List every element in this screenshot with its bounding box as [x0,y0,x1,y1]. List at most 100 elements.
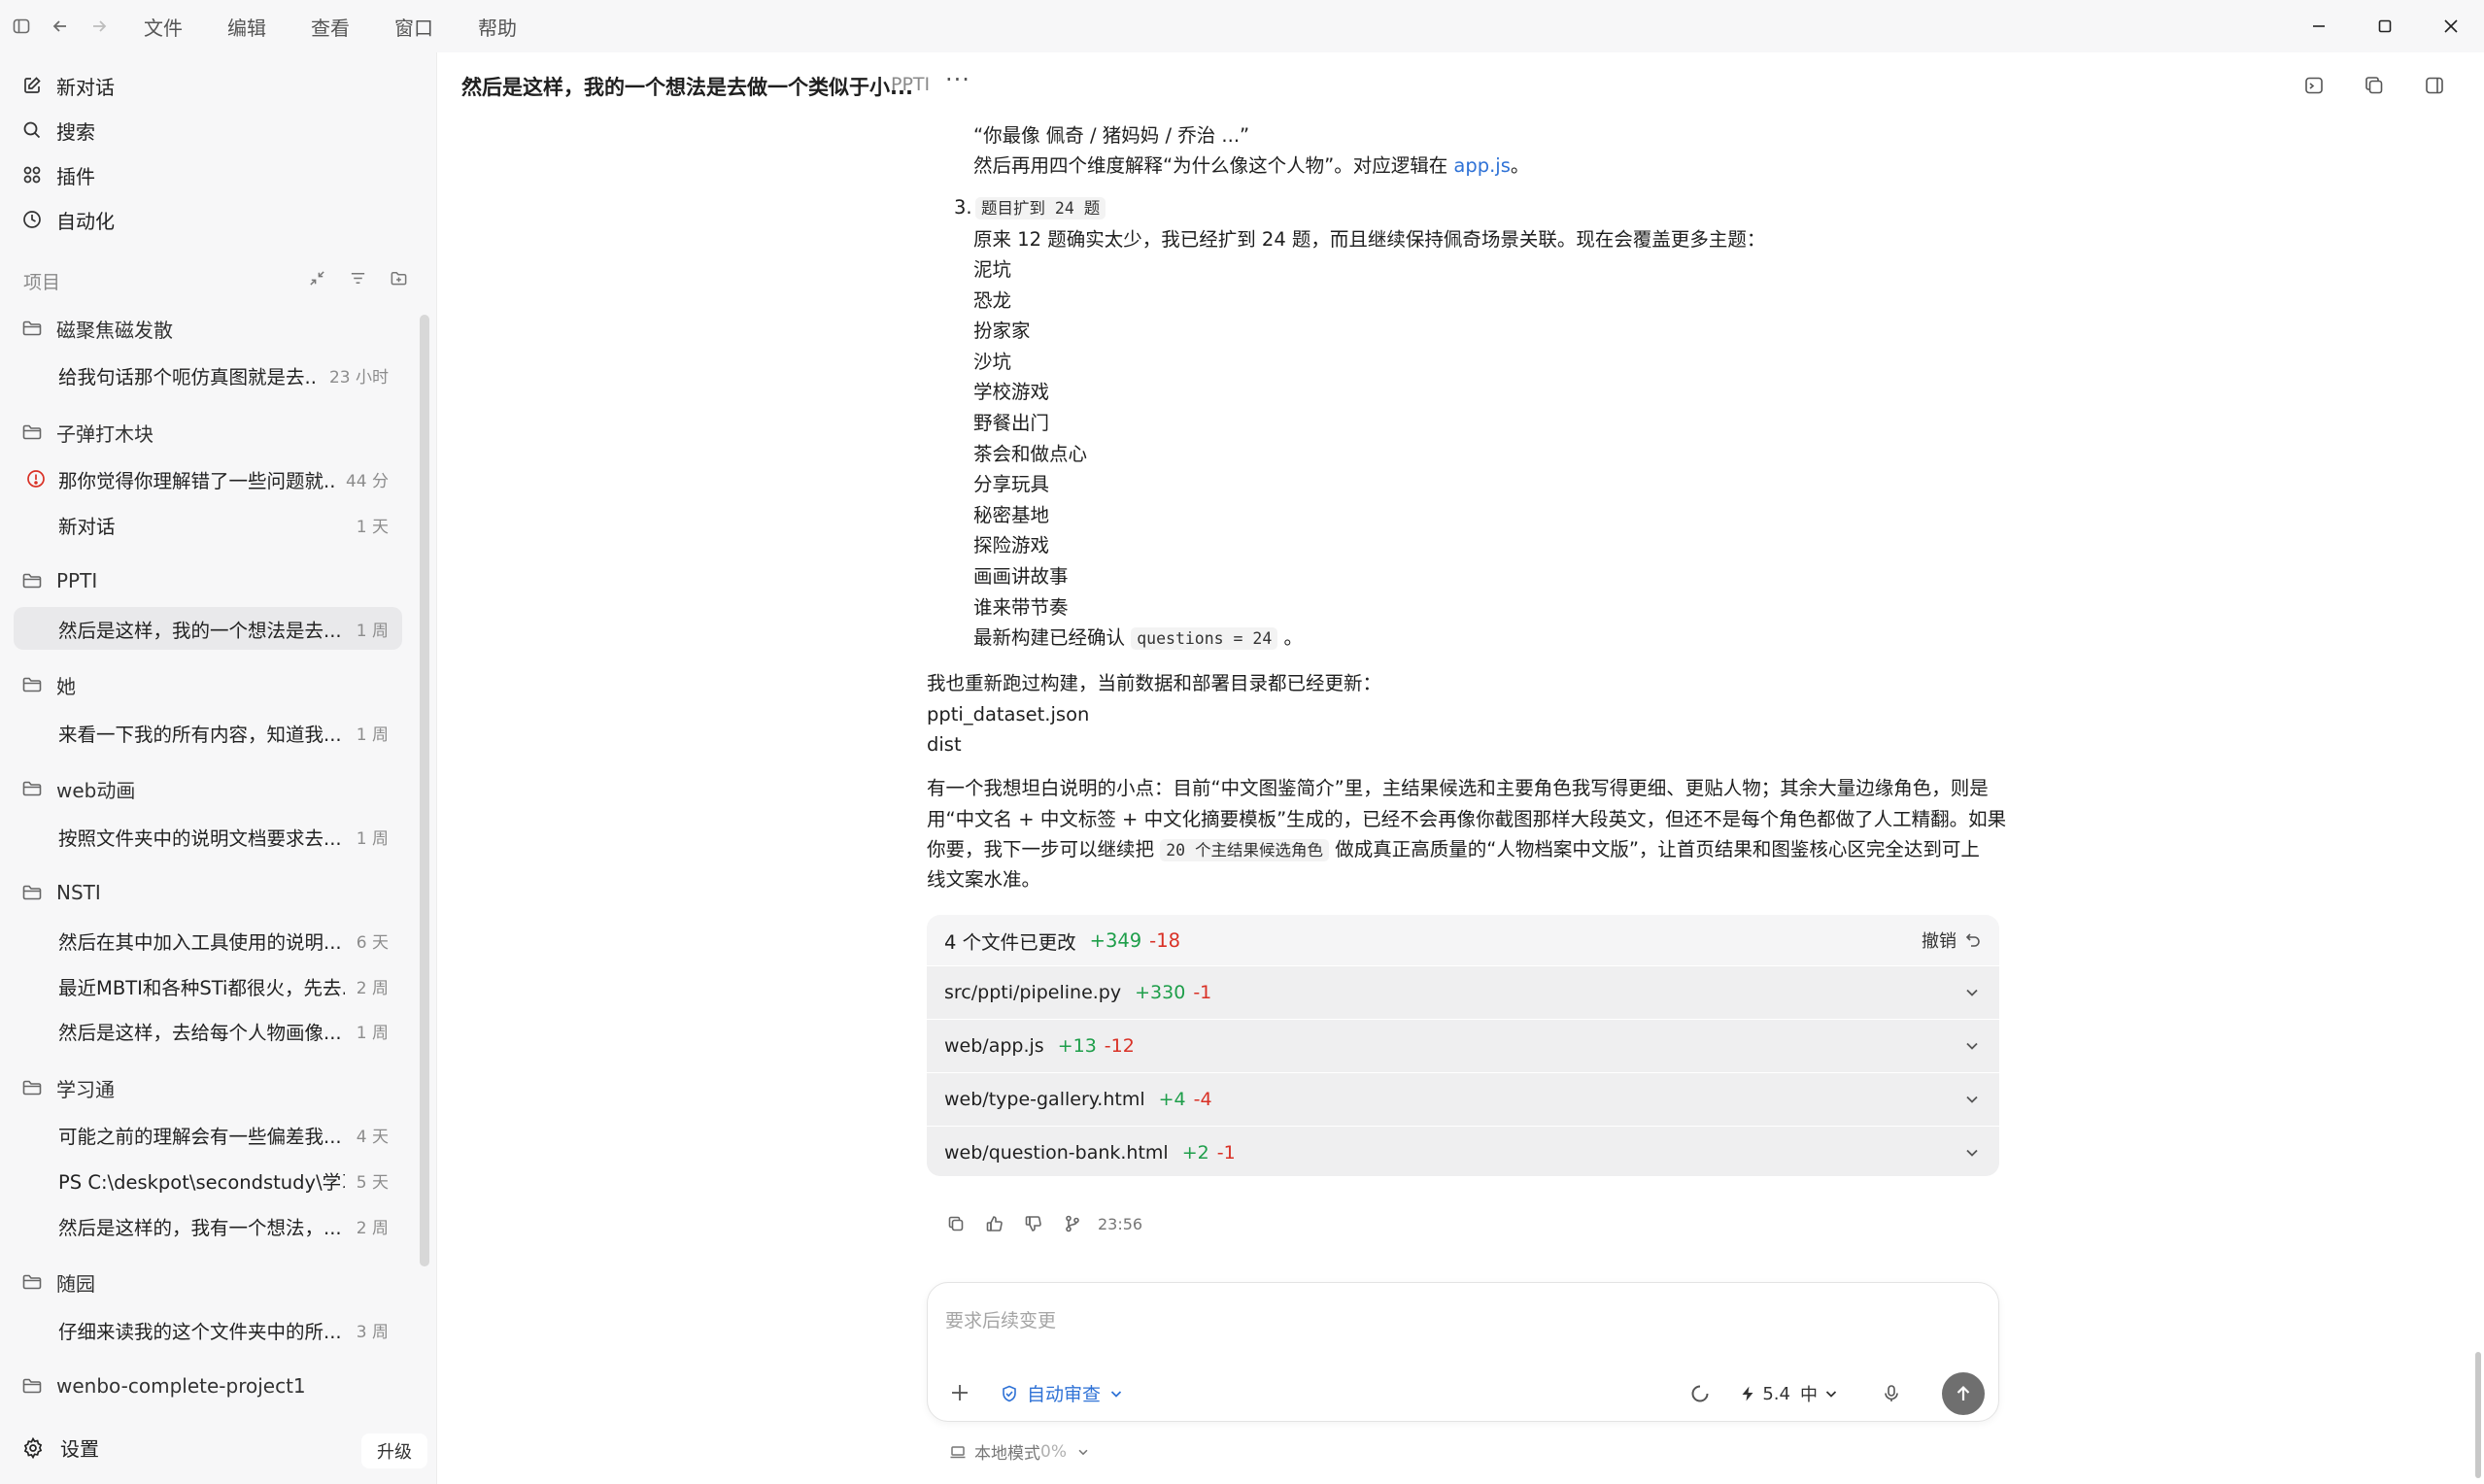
minimize-icon[interactable] [2286,0,2352,52]
conversation-time: 5 天 [356,1172,389,1193]
conversation-title: 新对话 [58,515,116,538]
project-folder[interactable]: 学习通 [21,1068,115,1107]
changed-file-row[interactable]: web/question-bank.html +2 -1 [927,1126,1999,1176]
sidebar-toggle-icon[interactable] [2,7,41,46]
project-folder[interactable]: 她 [21,665,76,704]
conversation-item[interactable]: 可能之前的理解会有一些偏差我... 4 天 [14,1113,402,1156]
more-options-button[interactable]: ··· [945,66,970,93]
conversation-item[interactable]: PS C:\deskpot\secondstudy\学习... 5 天 [14,1159,402,1201]
sidebar-scrollbar-thumb[interactable] [420,315,429,1266]
auto-review-dropdown[interactable]: 自动审查 [1000,1380,1124,1406]
conversation-title: 给我句话那个呃仿真图就是去... [58,365,318,388]
conversation-item[interactable]: 仔细来读我的这个文件夹中的所... 3 周 [14,1308,402,1351]
maximize-icon[interactable] [2352,0,2418,52]
sidebar-new-chat-label: 新对话 [56,75,115,99]
settings-button[interactable]: 设置 [21,1433,99,1462]
project-folder[interactable]: PPTI [21,561,97,600]
dist-link[interactable]: dist [927,729,962,760]
project-folder[interactable]: NSTI [21,873,101,912]
sidebar-plugins[interactable]: 插件 [21,155,95,194]
terminal-icon[interactable] [2284,70,2344,101]
note-text-end: 做成真正高质量的“人物档案中文版”，让首页结果和图鉴核心区完全达到可上 [1329,838,1980,860]
explain-text: 然后再用四个维度解释“为什么像这个人物”。对应逻辑在 [973,154,1454,177]
project-folder[interactable]: web动画 [21,769,135,808]
sidebar-scrollbar[interactable] [420,268,429,1278]
undo-button[interactable]: 撤销 [1922,928,1982,953]
close-icon[interactable] [2418,0,2484,52]
conversation-item[interactable]: 那你觉得你理解错了一些问题就... 44 分 [14,457,402,500]
build-text: 最新构建已经确认 [973,626,1132,649]
menu-file[interactable]: 文件 [144,13,183,41]
conversation-title: 仔细来读我的这个文件夹中的所... [58,1320,342,1343]
model-selector[interactable]: 5.4 中 [1739,1381,1839,1406]
note-line-4: 线文案水准。 [927,868,1041,891]
settings-label: 设置 [60,1437,99,1461]
note-code: 20 个主结果候选角色 [1160,839,1330,861]
menu-view[interactable]: 查看 [311,13,350,41]
branch-icon[interactable] [1053,1208,1092,1239]
sidebar-search[interactable]: 搜索 [21,111,95,150]
loading-spinner-icon[interactable] [1686,1380,1714,1407]
project-folder[interactable]: 随园 [21,1263,95,1301]
auto-review-label: 自动审查 [1027,1384,1102,1405]
file-removed: -12 [1104,1035,1135,1057]
conversation-item[interactable]: 然后在其中加入工具使用的说明... 6 天 [14,919,402,961]
project-name: 磁聚焦磁发散 [56,318,173,342]
thumbs-down-icon[interactable] [1014,1208,1053,1239]
thumbs-up-icon[interactable] [975,1208,1014,1239]
project-folder[interactable]: wenbo-complete-project1 [21,1366,306,1405]
conversation-item[interactable]: 来看一下我的所有内容，知道我... 1 周 [14,711,402,754]
main-scrollbar[interactable] [2470,117,2484,1484]
sidebar-new-chat[interactable]: 新对话 [21,66,115,105]
menu-window[interactable]: 窗口 [394,13,433,41]
copy-icon[interactable] [936,1208,975,1239]
conversation-title: 那你觉得你理解错了一些问题就... [58,469,334,492]
changed-file-row[interactable]: web/app.js +13 -12 [927,1019,1999,1072]
sidebar: 新对话 搜索 插件 自动化 项目 磁聚焦磁发散 给我句话那个呃仿真图就是去...… [0,52,437,1484]
microphone-icon[interactable] [1878,1380,1905,1407]
conversation-title: 然后是这样的，我有一个想法，... [58,1216,342,1239]
filter-icon[interactable] [337,264,378,291]
local-mode-selector[interactable]: 本地模式 0% [949,1439,1090,1464]
local-mode-label: 本地模式 [974,1444,1040,1464]
sidebar-automation[interactable]: 自动化 [21,200,115,239]
conversation-item[interactable]: 然后是这样的，我有一个想法，... 2 周 [14,1204,402,1247]
side-panel-icon[interactable] [2404,70,2465,101]
conversation-time: 3 周 [356,1322,389,1342]
conversation-item[interactable]: 给我句话那个呃仿真图就是去... 23 小时 [14,354,402,396]
composer-input[interactable]: 要求后续变更 [945,1306,1056,1332]
copy-window-icon[interactable] [2344,70,2404,101]
conversation-title: 然后是这样，去给每个人物画像... [58,1021,342,1044]
collapse-all-icon[interactable] [296,264,337,291]
send-button[interactable] [1942,1372,1985,1415]
add-attachment-icon[interactable] [945,1378,974,1407]
new-folder-icon[interactable] [378,264,419,291]
conversation-item[interactable]: 按照文件夹中的说明文档要求去... 1 周 [14,815,402,858]
changed-file-row[interactable]: web/type-gallery.html +4 -4 [927,1072,1999,1126]
build-confirm-line: 最新构建已经确认 questions = 24 。 [973,623,1303,655]
conversation-item[interactable]: 新对话 1 天 [14,503,402,546]
conversation-title: PS C:\deskpot\secondstudy\学习... [58,1170,345,1194]
project-name: 她 [56,674,76,698]
conversation-item[interactable]: 最近MBTI和各种STi都很火，先去... 2 周 [14,964,402,1007]
dataset-link[interactable]: ppti_dataset.json [927,699,1089,730]
changed-file-row[interactable]: src/ppti/pipeline.py +330 -1 [927,965,1999,1019]
conversation-title-header: 然后是这样，我的一个想法是去做一个类似于小... [461,76,913,99]
title-bar: 文件 编辑 查看 窗口 帮助 [0,0,2484,52]
project-name: PPTI [56,569,98,592]
topic-item: 谁来带节奏 [973,595,1069,619]
menu-help[interactable]: 帮助 [478,13,517,41]
upgrade-button[interactable]: 升级 [361,1433,427,1468]
project-folder[interactable]: 子弹打木块 [21,413,153,452]
quote-line: “你最像 佩奇 / 猪妈妈 / 乔治 ...” [973,124,1250,147]
main-scrollbar-thumb[interactable] [2475,1352,2481,1478]
app-js-link[interactable]: app.js [1453,154,1510,177]
conversation-item[interactable]: 然后是这样，去给每个人物画像... 1 周 [14,1009,402,1052]
conversation-item-active[interactable]: 然后是这样，我的一个想法是去... 1 周 [14,607,402,650]
project-folder[interactable]: 磁聚焦磁发散 [21,309,173,348]
back-arrow-icon[interactable] [41,7,80,46]
menu-edit[interactable]: 编辑 [227,13,266,41]
forward-arrow-icon[interactable] [80,7,119,46]
topic-item: 学校游戏 [973,381,1050,404]
topic-item: 恐龙 [973,288,1012,312]
